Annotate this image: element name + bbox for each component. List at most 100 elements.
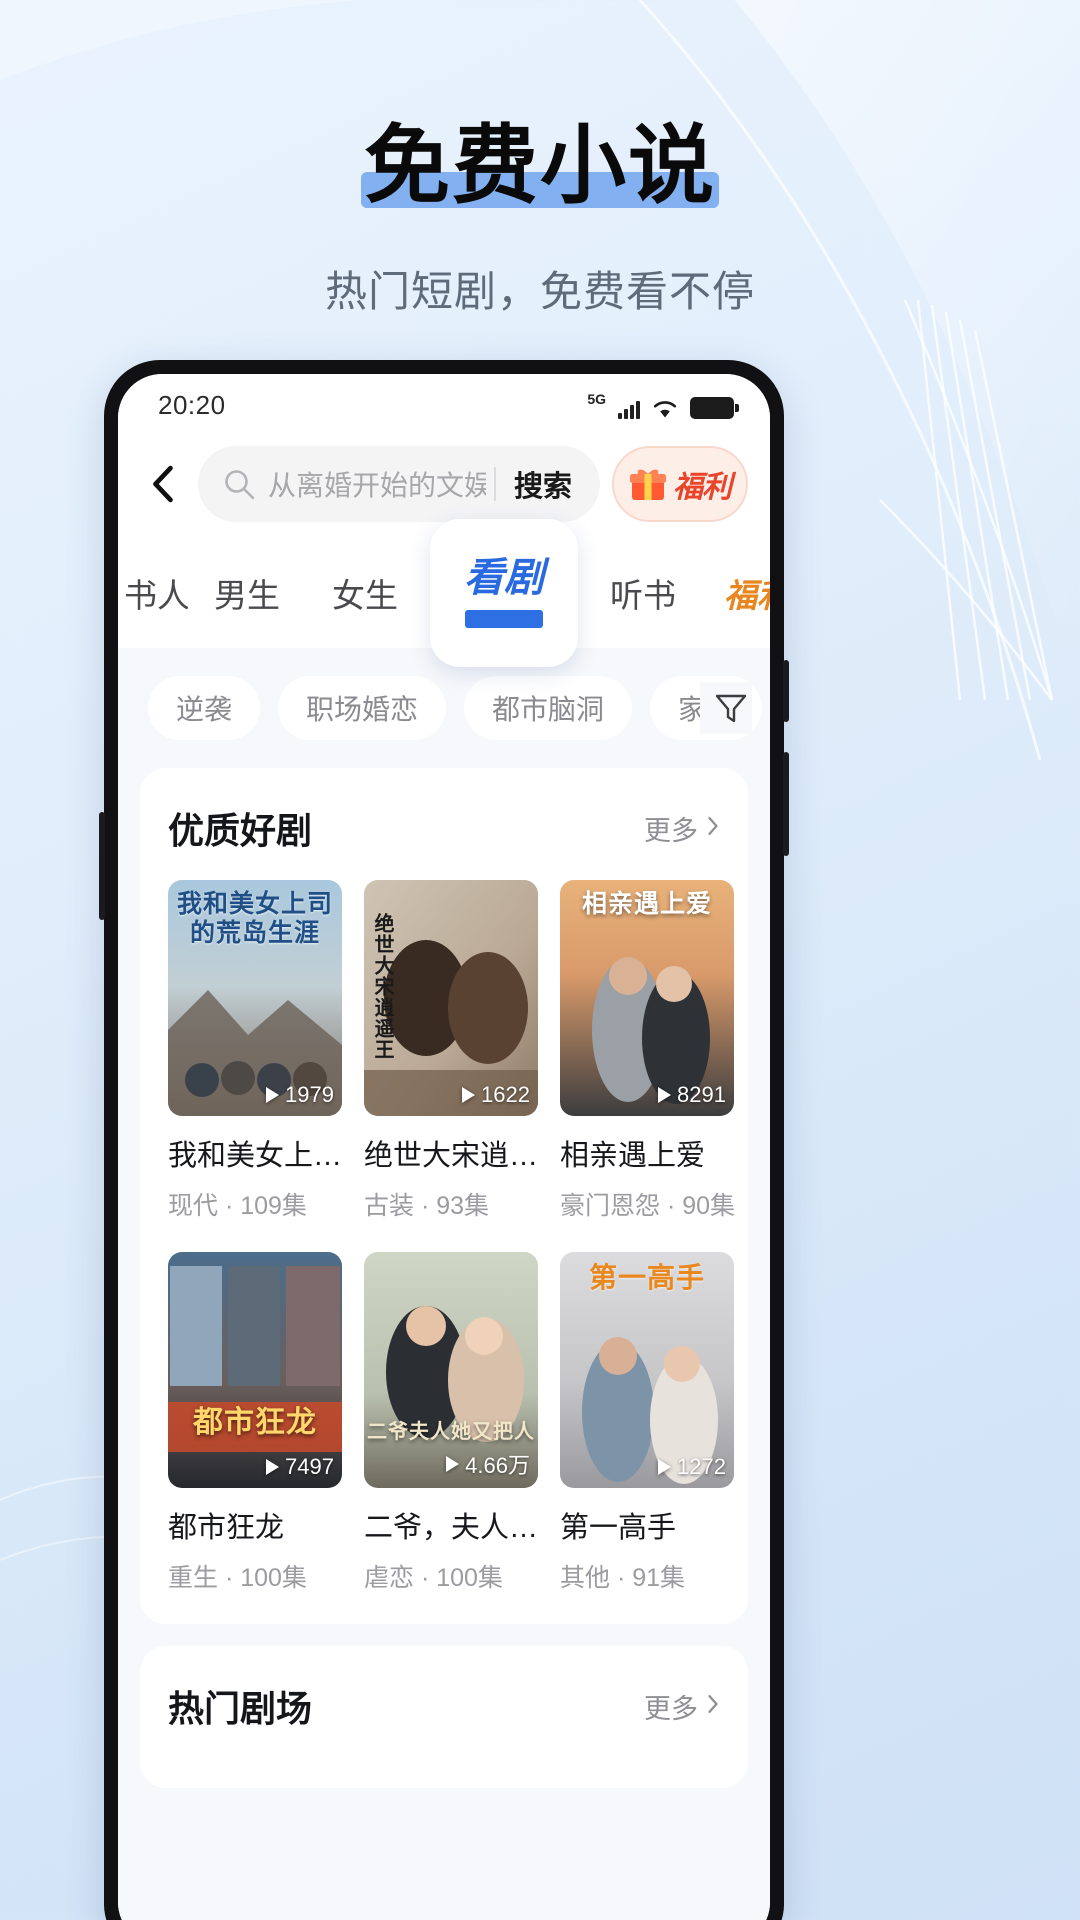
welfare-button-label: 福利 bbox=[673, 471, 732, 504]
section-more-button[interactable]: 更多 bbox=[644, 809, 720, 848]
phone-screen: 20:20 5G 从离婚开始的文娱 搜索 福利 书人 男生 女生 看剧 听书 福… bbox=[118, 374, 770, 1920]
drama-title: 相亲遇上爱 bbox=[560, 1140, 706, 1172]
row-spacer bbox=[168, 1222, 720, 1252]
search-input[interactable]: 从离婚开始的文娱 搜索 bbox=[198, 446, 600, 522]
tab-nvsheng[interactable]: 女生 bbox=[306, 569, 424, 617]
play-count: 1272 bbox=[677, 1454, 726, 1479]
drama-meta: 豪门恩怨 · 90集 bbox=[560, 1192, 734, 1220]
chip-zhichanghunlian[interactable]: 职场婚恋 bbox=[278, 676, 447, 740]
poster-title-text: 都市狂龙 bbox=[193, 1405, 317, 1439]
section-youzhihaoju: 优质好剧 更多 我和美女上司的荒岛生涯 1979 我和美女上… 现代 · 109… bbox=[140, 768, 748, 1624]
play-icon bbox=[658, 1087, 672, 1103]
hero-section: 免费小说 热门短剧，免费看不停 bbox=[0, 0, 1080, 319]
wifi-icon bbox=[652, 399, 678, 419]
section-header: 热门剧场 更多 bbox=[168, 1680, 720, 1732]
phone-mockup: 20:20 5G 从离婚开始的文娱 搜索 福利 书人 男生 女生 看剧 听书 福… bbox=[99, 360, 789, 1920]
play-count-badge: 7497 bbox=[266, 1454, 334, 1480]
play-count: 7497 bbox=[285, 1454, 334, 1479]
play-count: 1622 bbox=[481, 1082, 530, 1107]
hero-subtitle: 热门短剧，免费看不停 bbox=[324, 267, 755, 317]
tab-nansheng[interactable]: 男生 bbox=[188, 569, 306, 617]
search-placeholder-text: 从离婚开始的文娱 bbox=[268, 470, 486, 501]
drama-meta: 古装 · 93集 bbox=[364, 1192, 490, 1220]
play-count: 8291 bbox=[677, 1082, 726, 1107]
play-icon bbox=[266, 1087, 280, 1103]
section-header: 优质好剧 更多 bbox=[168, 802, 720, 854]
play-icon bbox=[658, 1459, 672, 1475]
play-count-badge: 1622 bbox=[462, 1082, 530, 1108]
section-title: 优质好剧 bbox=[168, 810, 313, 851]
drama-grid-row-1: 我和美女上司的荒岛生涯 1979 我和美女上… 现代 · 109集 绝世大宋逍遥… bbox=[168, 880, 734, 1222]
hero-title-wrapper: 免费小说 bbox=[358, 118, 722, 214]
battery-icon bbox=[690, 396, 739, 419]
drama-card[interactable]: 都市狂龙 7497 都市狂龙 重生 · 100集 bbox=[168, 1252, 342, 1594]
drama-title: 都市狂龙 bbox=[168, 1512, 285, 1544]
tab-kanju-active[interactable]: 看剧 bbox=[430, 519, 578, 667]
drama-card[interactable]: 二爷夫人她又把人 4.66万 二爷，夫人… 虐恋 · 100集 bbox=[364, 1252, 538, 1594]
back-button[interactable] bbox=[140, 454, 186, 514]
drama-card[interactable]: 绝世大宋逍遥王 1622 绝世大宋逍… 古装 · 93集 bbox=[364, 880, 538, 1222]
drama-poster[interactable]: 我和美女上司的荒岛生涯 1979 bbox=[168, 880, 342, 1116]
drama-card[interactable]: 第一高手 1272 第一高手 其他 · 91集 bbox=[560, 1252, 734, 1594]
play-icon bbox=[266, 1459, 280, 1475]
poster-title-text: 二爷夫人她又把人 bbox=[367, 1421, 535, 1443]
drama-title: 绝世大宋逍… bbox=[364, 1140, 538, 1172]
phone-power-button bbox=[99, 812, 105, 920]
play-count: 4.66万 bbox=[465, 1453, 530, 1478]
play-count-badge: 8291 bbox=[658, 1082, 726, 1108]
play-icon bbox=[446, 1456, 460, 1472]
drama-poster[interactable]: 相亲遇上爱 8291 bbox=[560, 880, 734, 1116]
poster-title-text: 第一高手 bbox=[588, 1262, 705, 1293]
phone-volume-up-button bbox=[783, 660, 789, 722]
drama-title: 第一高手 bbox=[560, 1512, 677, 1544]
chevron-right-icon bbox=[706, 1691, 720, 1722]
filter-chip-row: 逆袭 职场婚恋 都市脑洞 家庭 都 bbox=[118, 648, 770, 768]
network-type-label: 5G bbox=[587, 390, 606, 407]
signal-bars-icon bbox=[618, 399, 640, 419]
drama-poster[interactable]: 绝世大宋逍遥王 1622 bbox=[364, 880, 538, 1116]
section-title: 热门剧场 bbox=[168, 1688, 313, 1729]
phone-volume-down-button bbox=[783, 752, 789, 856]
section-more-label: 更多 bbox=[644, 815, 698, 846]
chip-dushinaodong[interactable]: 都市脑洞 bbox=[464, 676, 633, 740]
status-bar-icons: 5G bbox=[587, 390, 739, 419]
chip-nixi[interactable]: 逆袭 bbox=[148, 676, 261, 740]
play-count: 1979 bbox=[285, 1082, 334, 1107]
tab-shuren[interactable]: 书人 bbox=[124, 569, 188, 617]
search-submit-button[interactable]: 搜索 bbox=[514, 463, 592, 505]
drama-meta: 重生 · 100集 bbox=[168, 1564, 307, 1592]
drama-poster[interactable]: 二爷夫人她又把人 4.66万 bbox=[364, 1252, 538, 1488]
drama-grid-row-2: 都市狂龙 7497 都市狂龙 重生 · 100集 二爷夫人她又把人 4.66万 … bbox=[168, 1252, 734, 1594]
tab-fuli[interactable]: 福利 bbox=[702, 569, 770, 617]
section-remenjuchang: 热门剧场 更多 bbox=[140, 1646, 748, 1788]
page-title: 免费小说 bbox=[364, 116, 716, 216]
filter-funnel-icon[interactable] bbox=[700, 682, 752, 734]
drama-card[interactable]: 相亲遇上爱 8291 相亲遇上爱 豪门恩怨 · 90集 bbox=[560, 880, 734, 1222]
drama-poster[interactable]: 第一高手 1272 bbox=[560, 1252, 734, 1488]
tab-kanju-label: 看剧 bbox=[464, 556, 544, 600]
play-count-badge: 1272 bbox=[658, 1454, 726, 1480]
tab-active-indicator bbox=[465, 610, 543, 628]
drama-poster[interactable]: 都市狂龙 7497 bbox=[168, 1252, 342, 1488]
category-tab-bar: 书人 男生 女生 看剧 听书 福利 出 bbox=[118, 519, 770, 667]
play-icon bbox=[462, 1087, 476, 1103]
search-icon bbox=[222, 467, 256, 501]
poster-title-text: 我和美女上司的荒岛生涯 bbox=[176, 890, 333, 947]
content-area: 优质好剧 更多 我和美女上司的荒岛生涯 1979 我和美女上… 现代 · 109… bbox=[118, 768, 770, 1920]
status-bar-time: 20:20 bbox=[158, 389, 226, 420]
poster-title-text: 绝世大宋逍遥王 bbox=[371, 913, 393, 1060]
tab-tingshu[interactable]: 听书 bbox=[584, 569, 702, 617]
drama-card[interactable]: 我和美女上司的荒岛生涯 1979 我和美女上… 现代 · 109集 bbox=[168, 880, 342, 1222]
search-divider bbox=[493, 467, 496, 501]
section-more-button[interactable]: 更多 bbox=[644, 1687, 720, 1726]
play-count-badge: 4.66万 bbox=[446, 1448, 530, 1480]
drama-meta: 现代 · 109集 bbox=[168, 1192, 307, 1220]
status-bar: 20:20 5G bbox=[118, 374, 770, 436]
play-count-badge: 1979 bbox=[266, 1082, 334, 1108]
welfare-button[interactable]: 福利 bbox=[612, 446, 748, 522]
drama-meta: 虐恋 · 100集 bbox=[364, 1564, 503, 1592]
poster-title-text: 相亲遇上爱 bbox=[581, 890, 712, 918]
drama-title: 二爷，夫人… bbox=[364, 1512, 538, 1544]
drama-title: 我和美女上… bbox=[168, 1140, 342, 1172]
chevron-right-icon bbox=[706, 813, 720, 844]
